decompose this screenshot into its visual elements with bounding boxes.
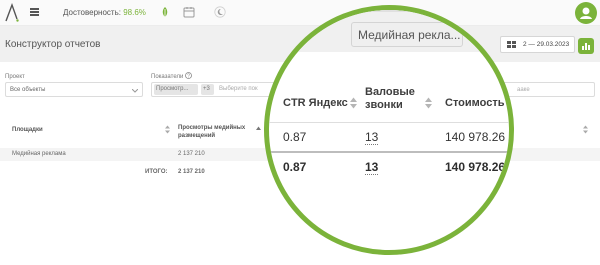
total-label: ИТОГО: (145, 169, 168, 175)
leaf-icon[interactable] (159, 6, 171, 18)
zoom-col-ctr[interactable]: CTR Яндекс (283, 97, 348, 110)
date-range-value: 2 — 29.03.2023 (523, 41, 570, 48)
extra-select[interactable]: ааке (498, 82, 595, 97)
project-select-value: Все объекты (10, 87, 46, 93)
sort-asc-icon[interactable] (256, 126, 261, 131)
metrics-chip[interactable]: Просмотр... (154, 84, 198, 95)
col-header-views[interactable]: Просмотры медийных размещений (178, 124, 258, 140)
sort-icon[interactable] (425, 97, 432, 109)
metrics-label: Показатели ? (151, 72, 192, 80)
reliability-label: Достоверность: (63, 8, 121, 17)
col-header-platforms[interactable]: Площадки (12, 127, 43, 133)
metrics-placeholder: Выберите пок (219, 86, 258, 92)
reliability-value: 98.6% (123, 8, 146, 17)
date-range-button[interactable]: 2 — 29.03.2023 (500, 36, 575, 53)
chart-icon (582, 43, 590, 50)
zoom-row-calls[interactable]: 13 (365, 130, 379, 145)
metrics-more-chip[interactable]: +3 (201, 84, 214, 95)
svg-text:?: ? (187, 74, 190, 80)
zoom-total-divider (269, 151, 509, 153)
zoom-col-cost[interactable]: Стоимость с (445, 97, 509, 110)
metrics-label-text: Показатели (151, 74, 184, 80)
user-avatar[interactable] (575, 2, 597, 24)
moon-icon[interactable] (214, 6, 226, 18)
zoom-total-calls[interactable]: 13 (365, 160, 379, 175)
calendar-icon[interactable] (183, 6, 195, 18)
chart-view-button[interactable] (578, 38, 594, 54)
zoom-divider (269, 122, 509, 123)
app-logo[interactable] (4, 3, 20, 23)
row-views: 2 137 210 (178, 151, 205, 157)
project-select[interactable]: Все объекты (5, 82, 143, 97)
chevron-down-icon (132, 89, 138, 93)
page-title: Конструктор отчетов (5, 39, 101, 50)
zoom-row-ctr: 0.87 (283, 130, 307, 144)
zoom-header-border (269, 10, 509, 12)
total-views: 2 137 210 (178, 169, 205, 175)
reliability-indicator: Достоверность: 98.6% (63, 8, 146, 17)
project-label: Проект (5, 74, 25, 80)
zoom-row-cost: 140 978.26 (445, 130, 506, 144)
sort-icon[interactable] (165, 125, 170, 134)
sort-icon[interactable] (583, 125, 588, 134)
row-platform: Медийная реклама (12, 151, 66, 157)
extra-select-placeholder: ааке (517, 87, 530, 93)
zoom-total-ctr: 0.87 (283, 160, 307, 174)
menu-icon[interactable] (30, 8, 39, 16)
zoom-total-cost: 140 978.26 (445, 160, 506, 174)
chevron-down-icon (493, 45, 503, 51)
zoom-selected-chip[interactable]: Медийная рекла... (351, 22, 463, 47)
user-icon (580, 7, 592, 19)
magnifier-lens: Медийная рекла... CTR Яндекс Валовые зво… (264, 5, 514, 255)
info-icon[interactable]: ? (185, 72, 192, 80)
sort-icon[interactable] (350, 97, 357, 109)
